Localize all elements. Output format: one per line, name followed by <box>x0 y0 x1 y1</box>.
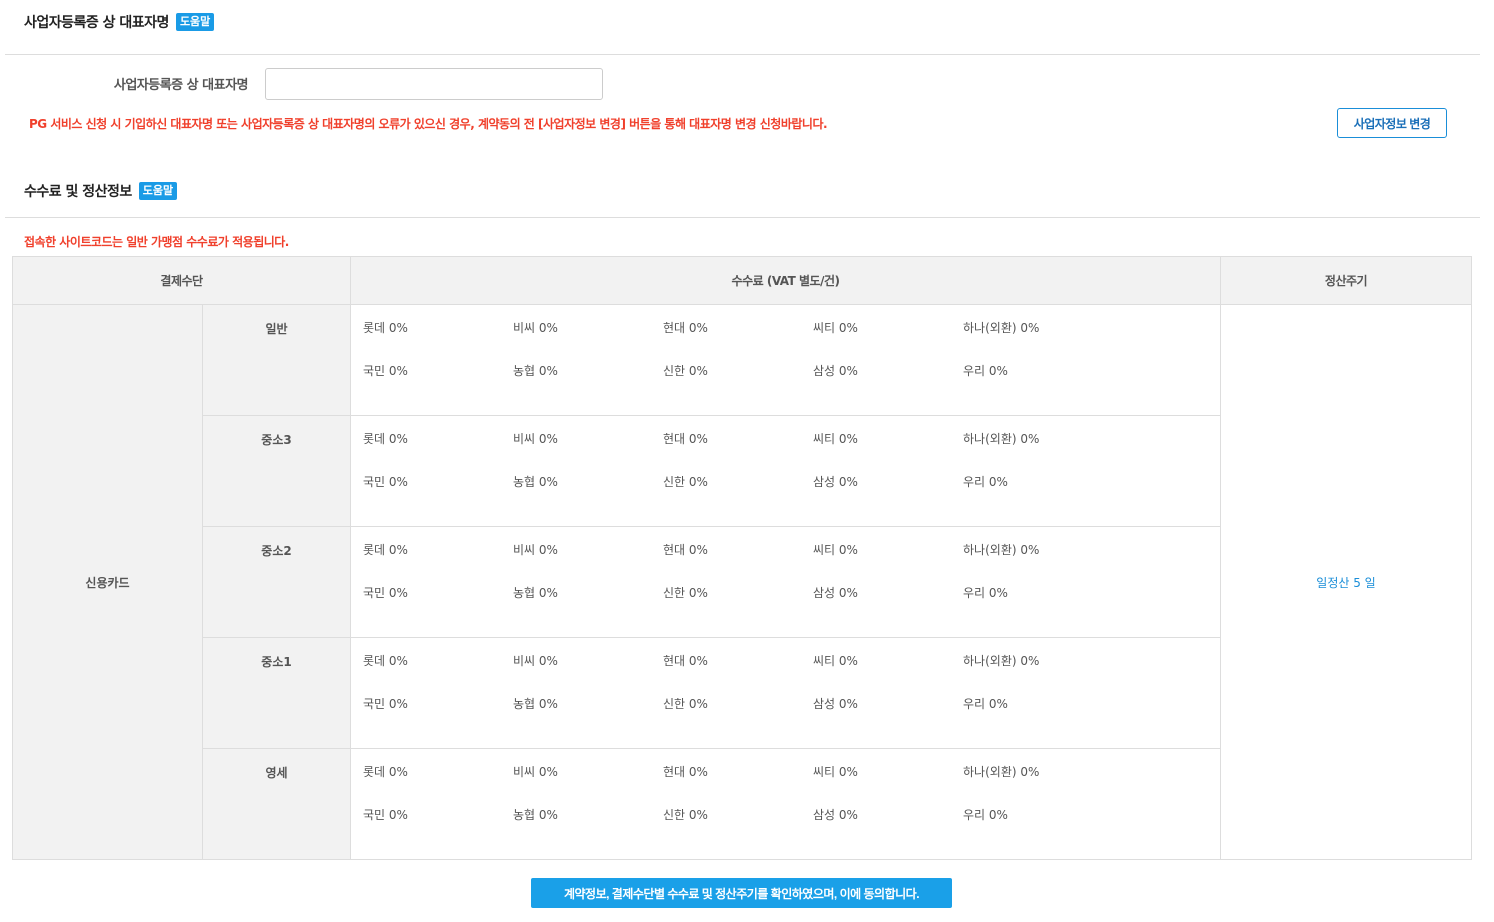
rate-item: 비씨 0% <box>513 543 558 557</box>
fee-section-header: 수수료 및 정산정보 도움말 <box>24 181 178 201</box>
tier-name: 중소2 <box>201 526 352 638</box>
rate-item: 현대 0% <box>663 432 708 446</box>
rate-item: 씨티 0% <box>813 321 858 335</box>
rate-item: 현대 0% <box>663 765 708 779</box>
rate-row: 국민 0% 농협 0% 신한 0% 삼성 0% 우리 0% <box>363 806 1220 849</box>
rate-item: 하나(외환) 0% <box>963 321 1040 335</box>
tier-rates: 롯데 0% 비씨 0% 현대 0% 씨티 0% 하나(외환) 0% 국민 0% … <box>350 304 1222 416</box>
rep-section-header: 사업자등록증 상 대표자명 도움말 <box>24 12 215 32</box>
rate-item: 국민 0% <box>363 808 408 822</box>
rate-item: 비씨 0% <box>513 654 558 668</box>
tier-name: 일반 <box>201 304 352 416</box>
rep-section-divider <box>5 54 1480 55</box>
header-method: 결제수단 <box>11 256 352 305</box>
rate-item: 하나(외환) 0% <box>963 432 1040 446</box>
fee-section-title: 수수료 및 정산정보 <box>24 184 132 200</box>
rate-item: 우리 0% <box>963 697 1008 711</box>
fee-table-header-row: 결제수단 수수료 (VAT 별도/건) 정산주기 <box>11 256 1473 305</box>
tier-rates: 롯데 0% 비씨 0% 현대 0% 씨티 0% 하나(외환) 0% 국민 0% … <box>350 526 1222 638</box>
rate-item: 롯데 0% <box>363 765 408 779</box>
rate-row: 국민 0% 농협 0% 신한 0% 삼성 0% 우리 0% <box>363 362 1220 405</box>
rate-item: 삼성 0% <box>813 364 858 378</box>
rate-item: 하나(외환) 0% <box>963 543 1040 557</box>
fee-help-badge[interactable]: 도움말 <box>138 182 178 200</box>
rep-name-input[interactable] <box>265 68 603 100</box>
rate-item: 삼성 0% <box>813 586 858 600</box>
rate-row: 국민 0% 농협 0% 신한 0% 삼성 0% 우리 0% <box>363 584 1220 627</box>
rate-item: 국민 0% <box>363 586 408 600</box>
header-fee: 수수료 (VAT 별도/건) <box>350 256 1222 305</box>
rate-item: 신한 0% <box>663 475 708 489</box>
rate-item: 국민 0% <box>363 364 408 378</box>
fee-table: 결제수단 수수료 (VAT 별도/건) 정산주기 신용카드 일반 롯데 0% 비… <box>11 256 1473 860</box>
rate-item: 롯데 0% <box>363 321 408 335</box>
rate-item: 현대 0% <box>663 543 708 557</box>
fee-section-divider <box>5 217 1480 218</box>
rate-item: 현대 0% <box>663 321 708 335</box>
table-row: 신용카드 일반 롯데 0% 비씨 0% 현대 0% 씨티 0% 하나(외환) 0… <box>12 304 1473 860</box>
rate-item: 국민 0% <box>363 697 408 711</box>
rate-item: 삼성 0% <box>813 808 858 822</box>
rate-item: 하나(외환) 0% <box>963 654 1040 668</box>
rate-item: 신한 0% <box>663 697 708 711</box>
rate-item: 우리 0% <box>963 808 1008 822</box>
tier-name: 영세 <box>201 748 352 860</box>
tier-rates: 롯데 0% 비씨 0% 현대 0% 씨티 0% 하나(외환) 0% 국민 0% … <box>350 415 1222 527</box>
method-cell: 신용카드 <box>12 304 203 860</box>
rate-item: 롯데 0% <box>363 432 408 446</box>
tier-name: 중소3 <box>201 415 352 527</box>
rate-item: 신한 0% <box>663 586 708 600</box>
rate-row: 국민 0% 농협 0% 신한 0% 삼성 0% 우리 0% <box>363 473 1220 516</box>
rate-item: 씨티 0% <box>813 432 858 446</box>
rate-item: 롯데 0% <box>363 654 408 668</box>
rate-row: 국민 0% 농협 0% 신한 0% 삼성 0% 우리 0% <box>363 695 1220 738</box>
rate-item: 비씨 0% <box>513 321 558 335</box>
tier-rates: 롯데 0% 비씨 0% 현대 0% 씨티 0% 하나(외환) 0% 국민 0% … <box>350 748 1222 860</box>
rate-item: 씨티 0% <box>813 654 858 668</box>
rate-item: 농협 0% <box>513 586 558 600</box>
rate-item: 농협 0% <box>513 697 558 711</box>
rate-row: 롯데 0% 비씨 0% 현대 0% 씨티 0% 하나(외환) 0% <box>363 763 1220 806</box>
rep-warning-text: PG 서비스 신청 시 기입하신 대표자명 또는 사업자등록증 상 대표자명의 … <box>29 117 828 131</box>
change-business-info-button[interactable]: 사업자정보 변경 <box>1337 108 1447 138</box>
settlement-cycle-cell: 일정산 5 일 <box>1220 304 1473 860</box>
rate-item: 하나(외환) 0% <box>963 765 1040 779</box>
rate-item: 우리 0% <box>963 364 1008 378</box>
rate-item: 비씨 0% <box>513 765 558 779</box>
fee-notice-text: 접속한 사이트코드는 일반 가맹점 수수료가 적용됩니다. <box>24 235 289 249</box>
rate-item: 삼성 0% <box>813 475 858 489</box>
rep-field-label: 사업자등록증 상 대표자명 <box>113 78 249 93</box>
rate-item: 삼성 0% <box>813 697 858 711</box>
agree-button[interactable]: 계약정보, 결제수단별 수수료 및 정산주기를 확인하였으며, 이에 동의합니다… <box>531 878 952 908</box>
rate-item: 비씨 0% <box>513 432 558 446</box>
rate-item: 씨티 0% <box>813 765 858 779</box>
rate-row: 롯데 0% 비씨 0% 현대 0% 씨티 0% 하나(외환) 0% <box>363 319 1220 362</box>
rate-row: 롯데 0% 비씨 0% 현대 0% 씨티 0% 하나(외환) 0% <box>363 430 1220 473</box>
rate-item: 우리 0% <box>963 475 1008 489</box>
tier-name: 중소1 <box>201 637 352 749</box>
rate-item: 농협 0% <box>513 808 558 822</box>
rate-item: 농협 0% <box>513 475 558 489</box>
rate-item: 신한 0% <box>663 364 708 378</box>
rate-item: 국민 0% <box>363 475 408 489</box>
rate-item: 신한 0% <box>663 808 708 822</box>
rate-row: 롯데 0% 비씨 0% 현대 0% 씨티 0% 하나(외환) 0% <box>363 541 1220 584</box>
tier-rates: 롯데 0% 비씨 0% 현대 0% 씨티 0% 하나(외환) 0% 국민 0% … <box>350 637 1222 749</box>
header-cycle: 정산주기 <box>1220 256 1473 305</box>
rate-item: 우리 0% <box>963 586 1008 600</box>
rate-item: 농협 0% <box>513 364 558 378</box>
rep-help-badge[interactable]: 도움말 <box>175 13 215 31</box>
rate-item: 현대 0% <box>663 654 708 668</box>
rep-section-title: 사업자등록증 상 대표자명 <box>24 15 169 31</box>
rate-item: 씨티 0% <box>813 543 858 557</box>
rate-row: 롯데 0% 비씨 0% 현대 0% 씨티 0% 하나(외환) 0% <box>363 652 1220 695</box>
rate-item: 롯데 0% <box>363 543 408 557</box>
